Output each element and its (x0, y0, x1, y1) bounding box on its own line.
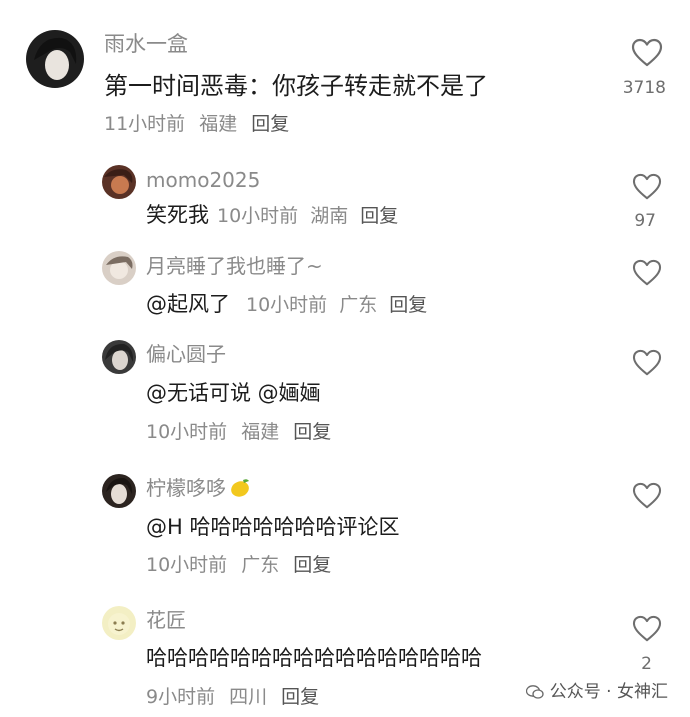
comment-time: 10小时前 (146, 421, 228, 443)
comment-text: @H 哈哈哈哈哈哈哈评论区 (146, 515, 400, 539)
reply-button[interactable]: 回复 (293, 554, 331, 576)
avatar[interactable] (102, 251, 136, 285)
comment-meta: 11小时前 福建 回复 (104, 115, 289, 134)
comment-time: 9小时前 (146, 686, 216, 708)
comment-meta: 10小时前 广东 回复 (146, 556, 331, 575)
avatar[interactable] (102, 340, 136, 374)
heart-icon (632, 615, 662, 642)
comment-location: 福建 (241, 421, 280, 443)
comment-body: 笑死我 (146, 203, 209, 227)
heart-icon (631, 38, 663, 67)
username-text: 柠檬哆哆 (146, 476, 226, 500)
comment-meta: 9小时前 四川 回复 (146, 688, 319, 707)
reply-button[interactable]: 回复 (281, 686, 319, 708)
avatar[interactable] (26, 30, 84, 88)
comment-time: 10小时前 (146, 554, 228, 576)
comment-meta: 10小时前 湖南 回复 (217, 205, 398, 227)
reply-button[interactable]: 回复 (360, 205, 398, 227)
comment-location: 湖南 (310, 205, 349, 227)
watermark-text: 公众号 · 女神汇 (549, 682, 668, 702)
comment-text: @起风了 10小时前 广东 回复 (146, 294, 427, 315)
comment-time: 10小时前 (217, 205, 299, 227)
comment-location: 四川 (229, 686, 268, 708)
like-button[interactable] (630, 349, 664, 376)
like-count: 97 (634, 211, 656, 231)
username[interactable]: 月亮睡了我也睡了~ (146, 256, 323, 276)
avatar[interactable] (102, 606, 136, 640)
heart-icon (632, 259, 662, 286)
like-count: 2 (641, 654, 652, 674)
comment-location: 广东 (339, 294, 378, 316)
comment-text: 哈哈哈哈哈哈哈哈哈哈哈哈哈哈哈哈 (146, 646, 482, 670)
comment-meta: 10小时前 福建 回复 (146, 423, 331, 442)
avatar-image (102, 606, 136, 640)
like-button[interactable] (630, 38, 664, 67)
username[interactable]: 柠檬哆哆 (146, 478, 251, 498)
like-count: 3718 (622, 78, 666, 98)
avatar-image (26, 30, 84, 88)
avatar[interactable] (102, 474, 136, 508)
reply-button[interactable]: 回复 (389, 294, 427, 316)
mention-link[interactable]: @起风了 (146, 292, 230, 316)
comment-time: 11小时前 (104, 113, 186, 135)
like-button[interactable] (630, 173, 664, 200)
comment-location: 广东 (241, 554, 280, 576)
heart-icon (632, 349, 662, 376)
avatar-image (102, 165, 136, 199)
username[interactable]: 花匠 (146, 610, 186, 630)
reply-button[interactable]: 回复 (293, 421, 331, 443)
avatar-image (102, 340, 136, 374)
comment-text: @无话可说 @婳婳 (146, 381, 321, 405)
username[interactable]: 雨水一盒 (104, 34, 188, 55)
comment-text: 笑死我 10小时前 湖南 回复 (146, 205, 398, 226)
username[interactable]: 偏心圆子 (146, 344, 226, 364)
reply-button[interactable]: 回复 (251, 113, 289, 135)
heart-icon (632, 482, 662, 509)
wechat-icon (525, 685, 544, 699)
heart-icon (632, 173, 662, 200)
comment-text: 第一时间恶毒：你孩子转走就不是了 (104, 72, 488, 100)
comment-location: 福建 (199, 113, 238, 135)
comment-time: 10小时前 (246, 294, 328, 316)
avatar-image (102, 251, 136, 285)
like-button[interactable] (630, 259, 664, 286)
lemon-emoji (229, 478, 251, 498)
lemon-icon (231, 479, 249, 497)
avatar-image (102, 474, 136, 508)
like-button[interactable] (630, 482, 664, 509)
avatar[interactable] (102, 165, 136, 199)
comment-meta: 10小时前 广东 回复 (246, 294, 427, 316)
like-button[interactable] (630, 615, 664, 642)
watermark: 公众号 · 女神汇 (525, 682, 668, 702)
username[interactable]: momo2025 (146, 170, 260, 190)
